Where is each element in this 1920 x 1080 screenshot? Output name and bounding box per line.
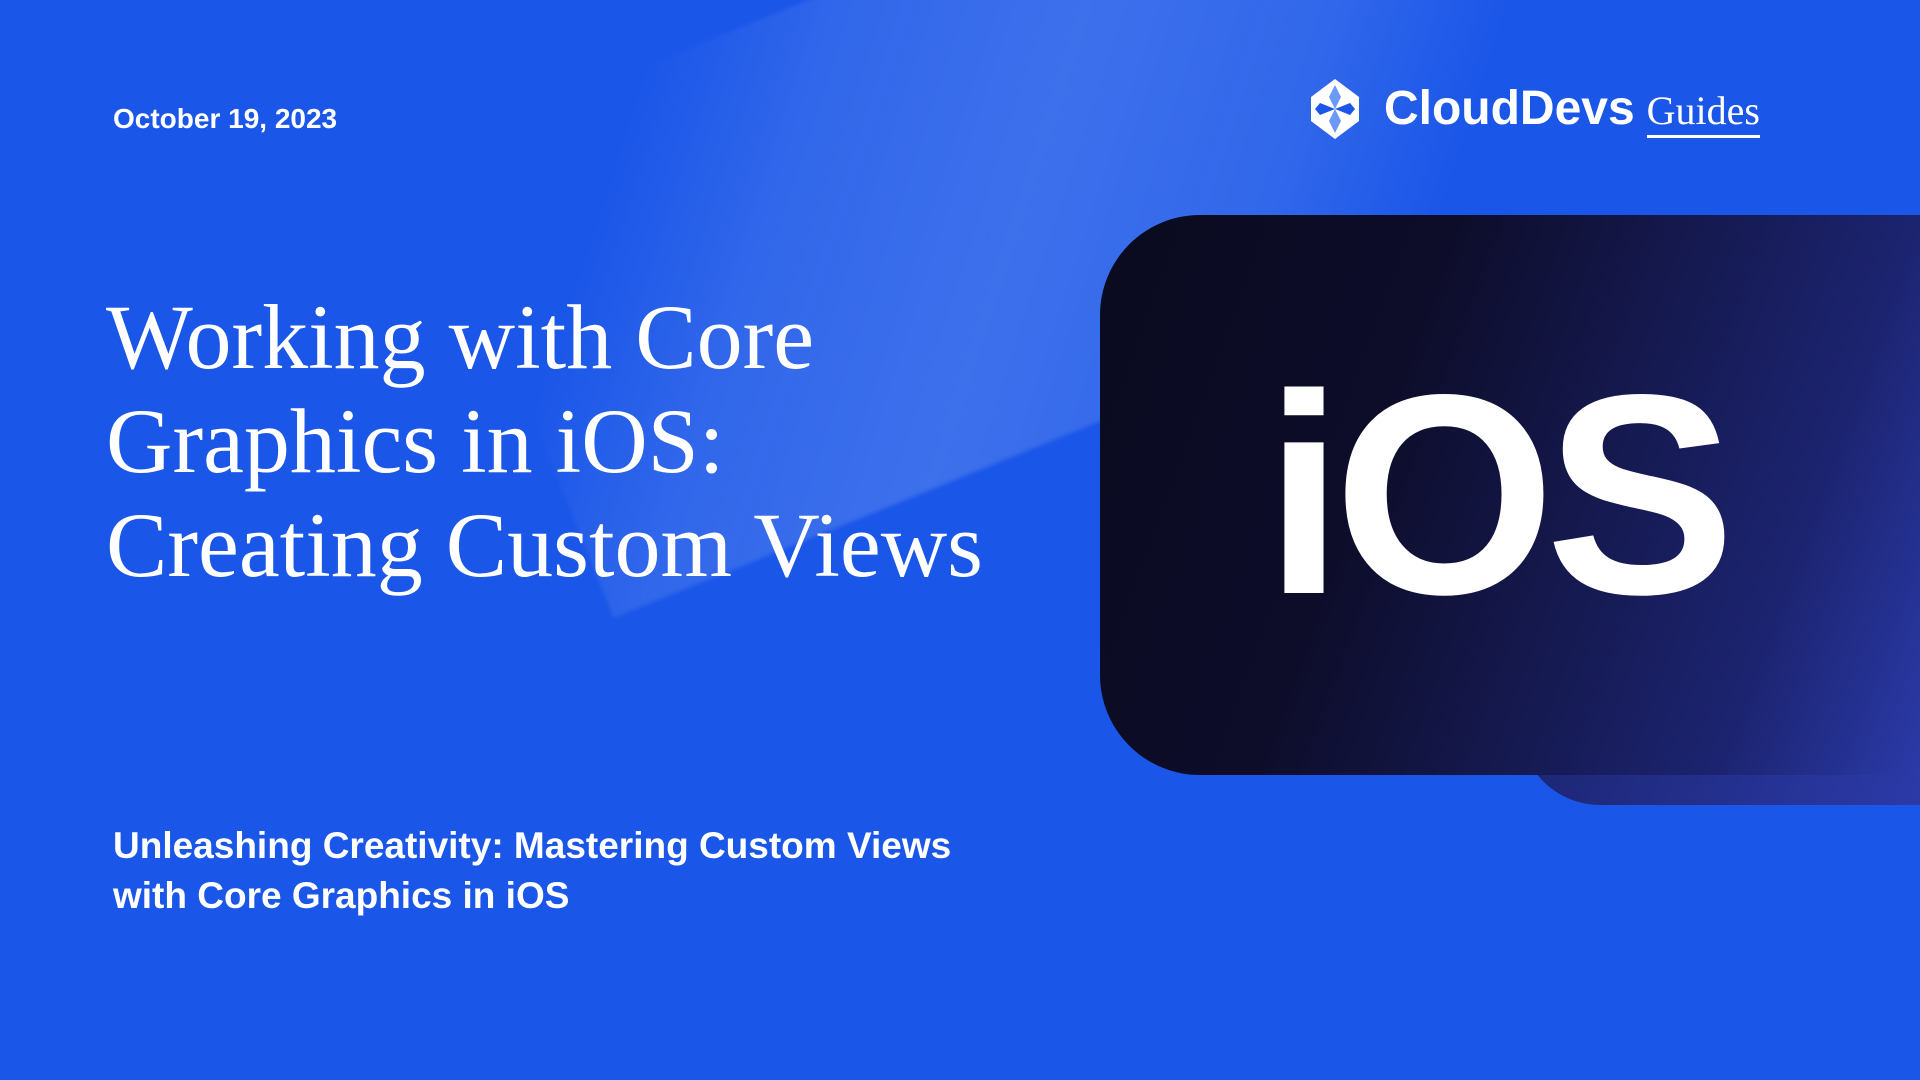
brand-main-text: CloudDevs (1384, 81, 1635, 136)
ios-badge-text: iOS (1265, 332, 1726, 659)
ios-badge: iOS (1100, 215, 1920, 775)
brand-text: CloudDevs Guides (1384, 81, 1760, 138)
page-title: Working with Core Graphics in iOS: Creat… (106, 286, 1026, 598)
brand-logo: CloudDevs Guides (1301, 75, 1760, 143)
publish-date: October 19, 2023 (113, 103, 337, 135)
brand-sub-text: Guides (1647, 87, 1760, 138)
page-subtitle: Unleashing Creativity: Mastering Custom … (113, 821, 1033, 921)
cloud-devs-icon (1301, 75, 1369, 143)
